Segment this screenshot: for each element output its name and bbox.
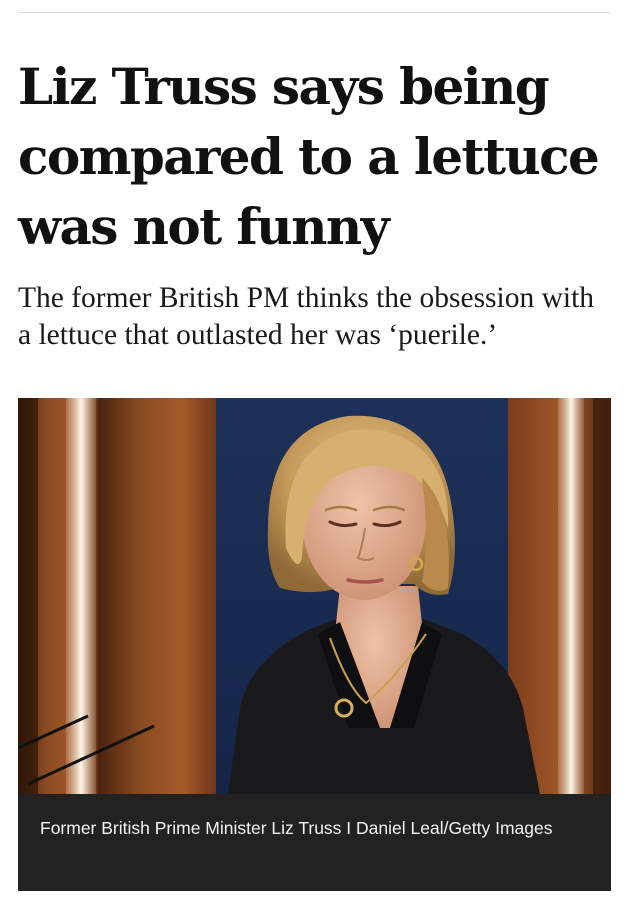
top-divider: [18, 12, 610, 13]
article-headline: Liz Truss says being compared to a lettu…: [18, 57, 600, 256]
article-figure: Former British Prime Minister Liz Truss …: [18, 398, 611, 891]
article-photo[interactable]: [18, 398, 611, 794]
image-caption: Former British Prime Minister Liz Truss …: [18, 794, 611, 891]
article-standfirst: The former British PM thinks the obsessi…: [18, 282, 595, 351]
